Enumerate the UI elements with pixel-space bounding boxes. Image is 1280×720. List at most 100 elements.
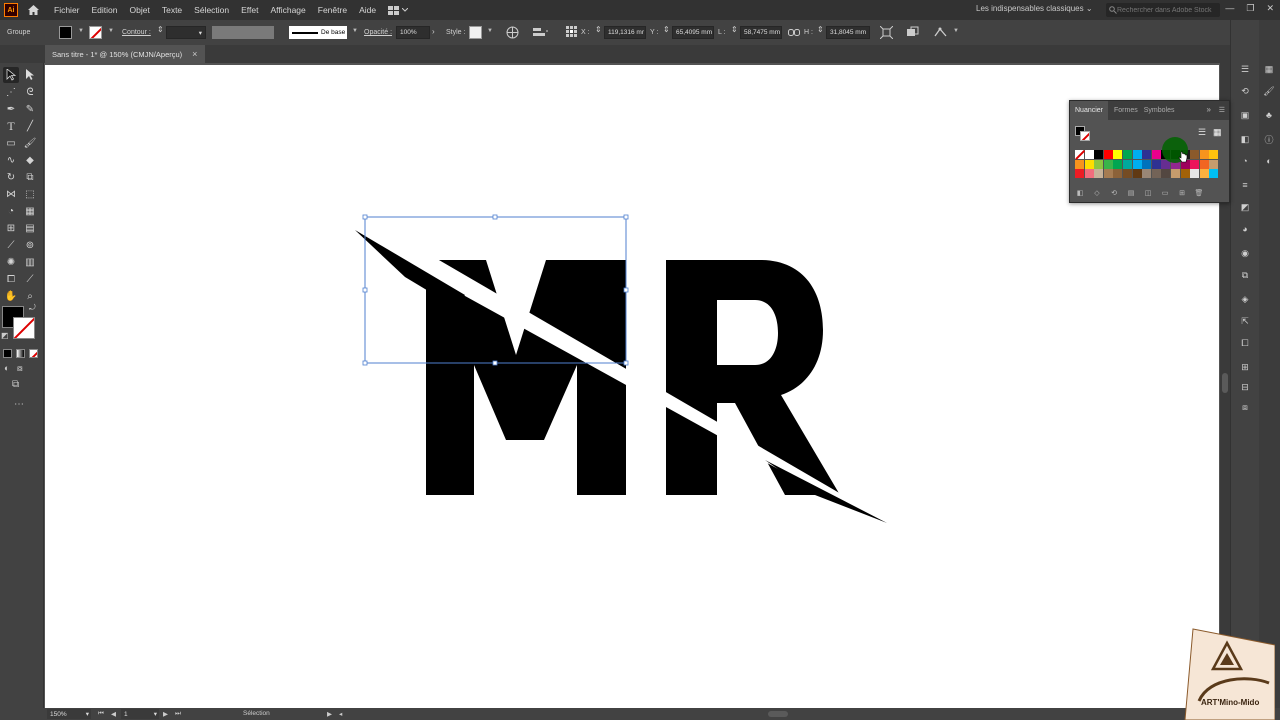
panel-menu-icon[interactable]: ☰ — [1219, 106, 1225, 114]
stock-search[interactable] — [1106, 3, 1220, 17]
swatch[interactable] — [1161, 169, 1171, 179]
brushes-icon[interactable]: 🖌 — [1262, 84, 1276, 98]
stroke-icon[interactable]: ≡ — [1238, 178, 1252, 192]
edit-color-group-icon[interactable]: ◫ — [1143, 189, 1153, 197]
swatch[interactable] — [1142, 150, 1152, 159]
opacity-field[interactable]: 100% — [396, 26, 430, 39]
paintbrush-tool-icon[interactable]: 🖌 — [22, 135, 38, 151]
chevron-down-icon[interactable]: ▼ — [953, 28, 959, 34]
swatch[interactable] — [1151, 169, 1161, 179]
slice-tool-icon[interactable]: ⟋ — [22, 271, 38, 287]
export-icon[interactable]: ⇱ — [1238, 314, 1252, 328]
lasso-tool-icon[interactable]: ᘓ — [22, 84, 38, 100]
draw-behind-icon[interactable]: ⧇ — [17, 363, 23, 374]
swatch[interactable] — [1209, 150, 1219, 159]
stroke-weight-field[interactable]: ▾ — [166, 26, 206, 39]
swatch[interactable] — [1132, 169, 1142, 179]
artboard-field[interactable]: 1 ▾ — [121, 709, 159, 719]
collapse-icon[interactable]: » — [1207, 105, 1211, 114]
swatches-icon[interactable]: ▦ — [1262, 62, 1276, 76]
restore-icon[interactable]: ❐ — [1246, 3, 1254, 14]
stepper-icon[interactable]: ⇕ — [595, 25, 602, 34]
blend-tool-icon[interactable]: ⊚ — [22, 237, 38, 253]
swap-colors-icon[interactable]: ⤾ — [29, 303, 36, 313]
width-field[interactable]: 58,7475 mm — [740, 26, 782, 39]
grid-view-icon[interactable]: ▦ — [1213, 127, 1222, 138]
swatch[interactable] — [1171, 169, 1180, 179]
x-field[interactable]: 119,1316 mr — [604, 26, 646, 39]
swatch-libraries-icon[interactable]: ◧ — [1075, 189, 1085, 197]
scroll-thumb[interactable] — [1222, 373, 1228, 393]
pen-tool-icon[interactable]: ✒ — [3, 101, 19, 117]
swatch[interactable] — [1113, 159, 1123, 169]
curvature-tool-icon[interactable]: ✎ — [22, 101, 38, 117]
tab-nuancier[interactable]: Nuancier — [1070, 101, 1109, 120]
color-guide-icon[interactable]: ◔ — [1238, 154, 1252, 168]
eraser-tool-icon[interactable]: ◆ — [22, 152, 38, 168]
assets-icon[interactable]: ▣ — [1238, 108, 1252, 122]
prev-artboard-icon[interactable]: ◀ — [111, 710, 116, 718]
puppet-warp-icon[interactable] — [934, 26, 947, 39]
chevron-down-icon[interactable]: ▼ — [487, 28, 493, 34]
chevron-down-icon[interactable]: ▼ — [78, 28, 84, 34]
gradient-icon[interactable]: ◩ — [1238, 200, 1252, 214]
selection-tool-icon[interactable] — [3, 67, 19, 83]
panel-stroke-indicator[interactable] — [1080, 131, 1090, 141]
status-menu-icon[interactable]: ▶ — [327, 710, 332, 718]
height-field[interactable]: 31,8045 mm — [826, 26, 870, 39]
color-group-icon[interactable]: ▤ — [1126, 189, 1136, 197]
swatch[interactable] — [1084, 150, 1094, 159]
swatch-kind-icon[interactable]: ◇ — [1092, 189, 1102, 197]
fill-swatch[interactable] — [59, 26, 72, 39]
menu-edition[interactable]: Edition — [92, 5, 118, 15]
libraries-icon[interactable]: ⟲ — [1238, 84, 1252, 98]
last-artboard-icon[interactable]: ⏭ — [175, 710, 181, 718]
delete-swatch-icon[interactable]: 🗑 — [1194, 189, 1204, 197]
color-mode-icon[interactable] — [3, 349, 12, 358]
scale-tool-icon[interactable]: ⧉ — [22, 169, 38, 185]
stock-search-input[interactable] — [1117, 6, 1213, 14]
new-color-group-icon[interactable]: ▭ — [1160, 189, 1170, 197]
close-icon[interactable]: × — [192, 49, 197, 59]
home-icon[interactable] — [26, 3, 40, 17]
swatch[interactable] — [1209, 169, 1219, 179]
swatch[interactable] — [1151, 159, 1161, 169]
swatch[interactable] — [1123, 159, 1132, 169]
document-tab[interactable]: Sans titre - 1* @ 150% (CMJN/Aperçu) × — [45, 45, 205, 63]
drawing-mode-icon[interactable]: ◐ — [4, 363, 9, 373]
graphic-style-swatch[interactable] — [469, 26, 482, 39]
menu-fichier[interactable]: Fichier — [54, 5, 80, 15]
swatch[interactable] — [1094, 159, 1104, 169]
appearance-icon[interactable]: ◉ — [1238, 246, 1252, 260]
column-graph-tool-icon[interactable]: ▥ — [22, 254, 38, 270]
contour-label[interactable]: Contour : — [122, 29, 151, 36]
swatch[interactable] — [1151, 150, 1161, 159]
shape-builder-tool-icon[interactable]: ◔ — [3, 203, 19, 219]
shaper-tool-icon[interactable]: ∿ — [3, 152, 19, 168]
swatch[interactable] — [1190, 150, 1200, 159]
transparency-icon[interactable]: ◕ — [1238, 222, 1252, 236]
rotate-tool-icon[interactable]: ↻ — [3, 169, 19, 185]
swatch[interactable] — [1190, 159, 1200, 169]
workspace-switcher[interactable]: Les indispensables classiques ⌄ — [976, 4, 1093, 13]
swatch[interactable] — [1123, 169, 1132, 179]
menu-effet[interactable]: Effet — [241, 5, 258, 15]
artboard-tool-icon[interactable]: ⧠ — [3, 271, 19, 287]
graphic-styles-icon[interactable]: ⧉ — [1238, 268, 1252, 282]
swatch-options-icon[interactable]: ⟲ — [1109, 189, 1119, 197]
arrange-documents-icon[interactable] — [388, 5, 409, 15]
document-info-icon[interactable]: ⓘ — [1262, 132, 1276, 146]
type-tool-icon[interactable]: T — [3, 118, 19, 134]
gradient-mode-icon[interactable] — [16, 349, 25, 358]
pathfinder-icon[interactable]: ⧈ — [1238, 400, 1252, 414]
status-tool-label[interactable]: Sélection — [243, 710, 270, 717]
symbol-sprayer-tool-icon[interactable]: ✺ — [3, 254, 19, 270]
stroke-swatch[interactable] — [89, 26, 102, 39]
gradient-tool-icon[interactable]: ▤ — [22, 220, 38, 236]
none-mode-icon[interactable] — [29, 349, 38, 358]
menu-aide[interactable]: Aide — [359, 5, 376, 15]
tab-symboles[interactable]: Symboles — [1144, 107, 1175, 114]
chevron-down-icon[interactable]: ▼ — [352, 28, 358, 34]
swatch[interactable] — [1123, 150, 1132, 159]
scroll-left-icon[interactable]: ◂ — [339, 710, 342, 718]
